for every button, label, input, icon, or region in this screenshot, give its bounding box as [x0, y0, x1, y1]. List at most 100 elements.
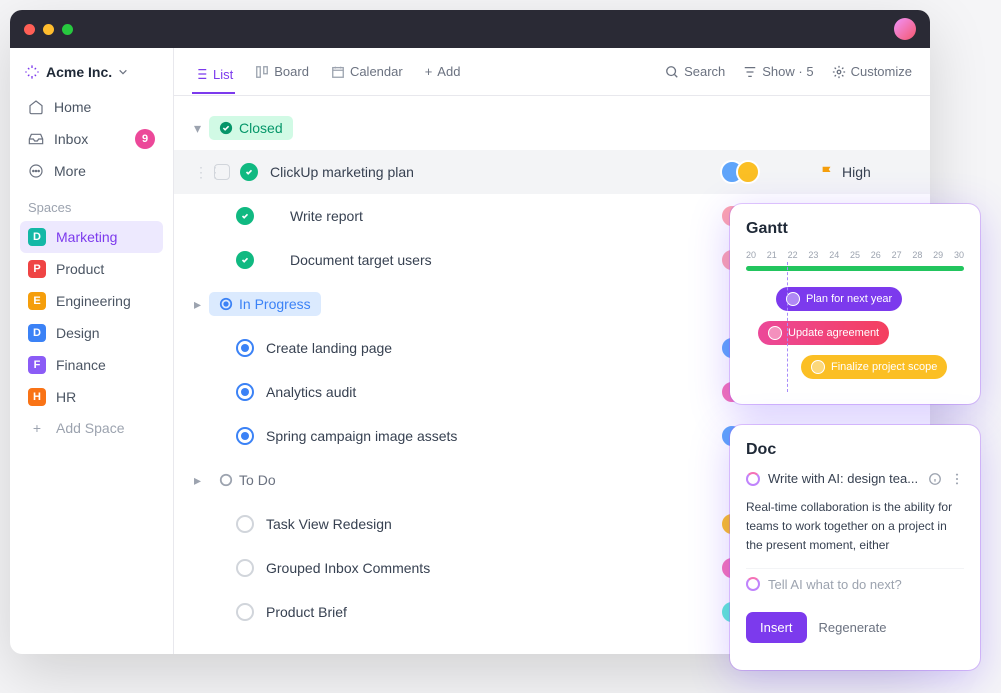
- ai-title: Write with AI: design tea...: [768, 471, 918, 486]
- space-item-product[interactable]: P Product: [20, 253, 163, 285]
- status-todo-icon[interactable]: [236, 515, 254, 533]
- insert-button[interactable]: Insert: [746, 612, 807, 643]
- group-pill: To Do: [209, 468, 286, 492]
- space-name: Marketing: [56, 229, 117, 245]
- nav-home[interactable]: Home: [20, 92, 163, 122]
- more-dots-icon[interactable]: [950, 472, 964, 486]
- group-header-closed[interactable]: ▾ Closed: [174, 106, 930, 150]
- gantt-day: 27: [892, 250, 902, 260]
- nav-more[interactable]: More: [20, 156, 163, 186]
- space-icon: D: [28, 324, 46, 342]
- add-space-label: Add Space: [56, 420, 125, 436]
- gantt-day: 29: [933, 250, 943, 260]
- inbox-icon: [28, 131, 44, 147]
- priority-label: High: [842, 164, 871, 180]
- space-icon: P: [28, 260, 46, 278]
- space-icon: E: [28, 292, 46, 310]
- group-pill: Closed: [209, 116, 293, 140]
- gantt-day: 21: [767, 250, 777, 260]
- assignee-avatar[interactable]: [736, 160, 760, 184]
- gantt-avatar: [768, 326, 782, 340]
- nav-inbox[interactable]: Inbox 9: [20, 122, 163, 156]
- prompt-placeholder: Tell AI what to do next?: [768, 577, 902, 592]
- search-icon: [665, 65, 679, 79]
- maximize-window-button[interactable]: [62, 24, 73, 35]
- gantt-bar-label: Plan for next year: [806, 293, 892, 305]
- space-item-marketing[interactable]: DMarketing: [20, 221, 163, 253]
- customize-button[interactable]: Customize: [832, 64, 912, 79]
- gantt-overlay: Gantt 2021222324252627282930 Plan for ne…: [730, 204, 980, 404]
- list-icon: [194, 67, 208, 81]
- view-toolbar: List Board Calendar + Add Sear: [174, 48, 930, 96]
- space-name: Product: [56, 261, 104, 277]
- info-icon[interactable]: [928, 472, 942, 486]
- gear-icon: [832, 65, 846, 79]
- task-checkbox[interactable]: [214, 164, 230, 180]
- drag-handle-icon[interactable]: ⋮⋮: [194, 164, 204, 181]
- group-pill: In Progress: [209, 292, 321, 316]
- gantt-day: 22: [788, 250, 798, 260]
- tab-label: List: [213, 67, 233, 82]
- view-tab-list[interactable]: List: [192, 61, 235, 94]
- plus-icon: +: [28, 420, 46, 436]
- chevron-icon[interactable]: ▾: [194, 120, 201, 137]
- task-row[interactable]: ⋮⋮ClickUp marketing planHigh: [174, 150, 930, 194]
- add-space-button[interactable]: + Add Space: [20, 413, 163, 443]
- tab-label: Board: [274, 64, 309, 79]
- chevron-icon[interactable]: ▸: [194, 472, 201, 489]
- inbox-count-badge: 9: [135, 129, 155, 149]
- task-title: Document target users: [290, 252, 432, 268]
- status-todo-icon[interactable]: [236, 559, 254, 577]
- gantt-bar-label: Finalize project scope: [831, 361, 937, 373]
- chevron-icon[interactable]: ▸: [194, 296, 201, 313]
- status-todo-icon[interactable]: [236, 603, 254, 621]
- ai-prompt-input[interactable]: Tell AI what to do next?: [746, 568, 964, 600]
- close-window-button[interactable]: [24, 24, 35, 35]
- gantt-day: 26: [871, 250, 881, 260]
- space-item-design[interactable]: D Design: [20, 317, 163, 349]
- status-progress-icon[interactable]: [236, 383, 254, 401]
- minimize-window-button[interactable]: [43, 24, 54, 35]
- button-label: Customize: [851, 64, 912, 79]
- gantt-bar[interactable]: Finalize project scope: [801, 355, 947, 379]
- space-item-engineering[interactable]: E Engineering: [20, 285, 163, 317]
- status-done-icon[interactable]: [240, 163, 258, 181]
- doc-overlay: Doc Write with AI: design tea... Real-ti…: [730, 425, 980, 670]
- filter-icon: [743, 65, 757, 79]
- gantt-bar[interactable]: Update agreement: [758, 321, 889, 345]
- show-button[interactable]: Show · 5: [743, 64, 813, 79]
- more-icon: [28, 163, 44, 179]
- task-title: Grouped Inbox Comments: [266, 560, 430, 576]
- tab-label: Add: [437, 64, 460, 79]
- nav-label: Inbox: [54, 131, 88, 147]
- regenerate-button[interactable]: Regenerate: [819, 620, 887, 635]
- user-avatar[interactable]: [894, 18, 916, 40]
- gantt-bar[interactable]: Plan for next year: [776, 287, 902, 311]
- titlebar: [10, 10, 930, 48]
- task-title: Create landing page: [266, 340, 392, 356]
- calendar-icon: [331, 65, 345, 79]
- space-icon: H: [28, 388, 46, 406]
- view-tab-board[interactable]: Board: [253, 58, 311, 85]
- status-progress-icon[interactable]: [236, 339, 254, 357]
- task-title: Product Brief: [266, 604, 347, 620]
- gantt-bar-label: Update agreement: [788, 327, 879, 339]
- space-name: Engineering: [56, 293, 131, 309]
- space-name: Design: [56, 325, 100, 341]
- flag-icon: [820, 165, 834, 179]
- space-item-finance[interactable]: FFinance: [20, 349, 163, 381]
- add-view-button[interactable]: + Add: [423, 58, 463, 85]
- task-title: Spring campaign image assets: [266, 428, 457, 444]
- status-done-icon[interactable]: [236, 251, 254, 269]
- status-done-icon[interactable]: [236, 207, 254, 225]
- space-item-hr[interactable]: HHR: [20, 381, 163, 413]
- view-tab-calendar[interactable]: Calendar: [329, 58, 405, 85]
- workspace-switcher[interactable]: Acme Inc.: [20, 60, 163, 92]
- space-icon: F: [28, 356, 46, 374]
- doc-body-text: Real-time collaboration is the ability f…: [746, 498, 964, 556]
- status-progress-icon[interactable]: [236, 427, 254, 445]
- check-circle-icon: [219, 121, 233, 135]
- gantt-day: 28: [912, 250, 922, 260]
- doc-title: Doc: [746, 441, 964, 459]
- search-button[interactable]: Search: [665, 64, 725, 79]
